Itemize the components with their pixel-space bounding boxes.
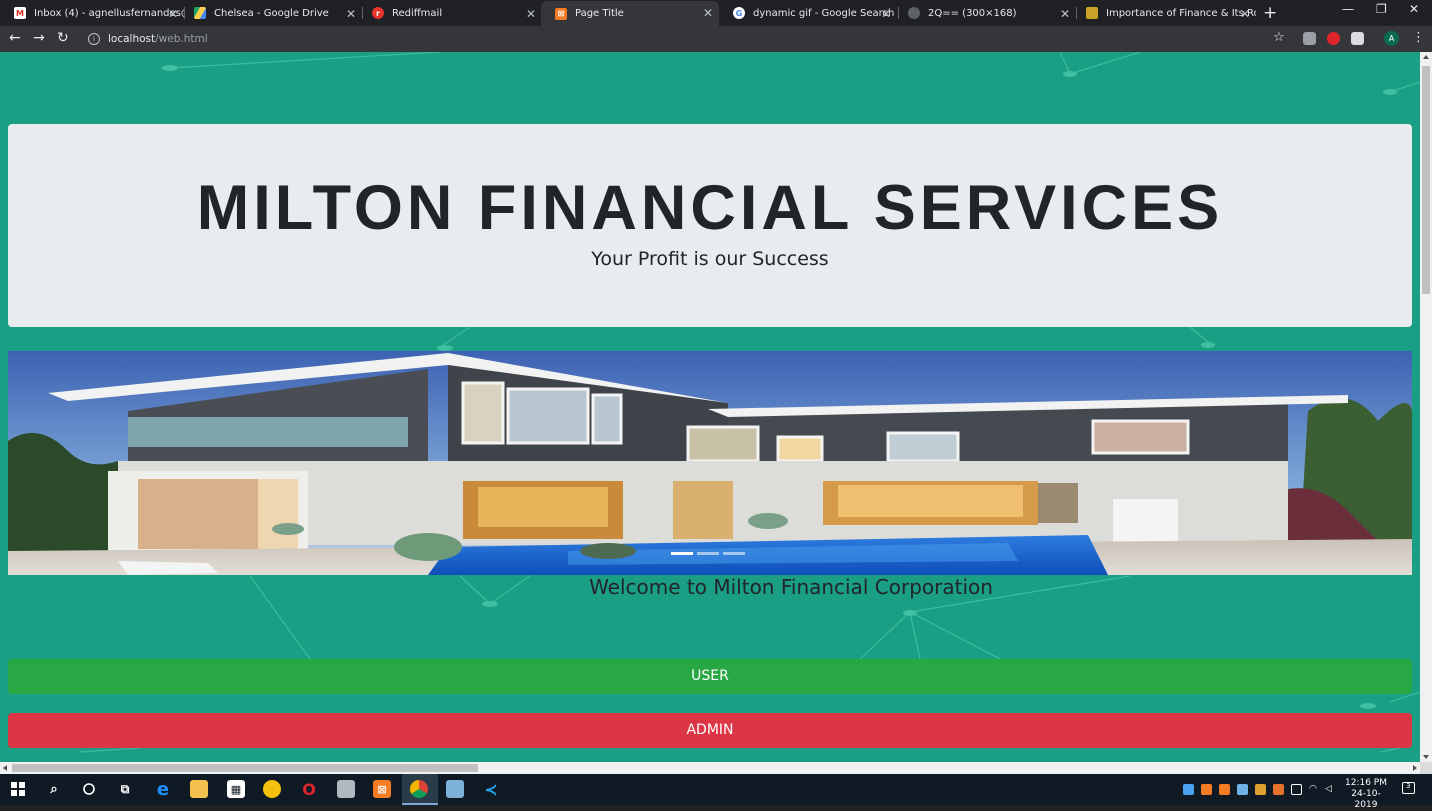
horizontal-scrollbar[interactable]: [0, 762, 1420, 774]
wifi-icon[interactable]: ◠: [1309, 784, 1320, 795]
tray-xampp-icon[interactable]: [1219, 784, 1230, 795]
cortana-icon[interactable]: [80, 780, 98, 798]
windows-taskbar: ⌕ ⧉ e ▦ O ⊠ ≺ ◠ ◁ 12:16 PM 24-10-2019 3: [0, 774, 1432, 810]
browser-toolbar: ← → ↻ i localhost/web.html ☆ A ⋮: [0, 26, 1432, 52]
close-window-button[interactable]: ✕: [1409, 2, 1419, 16]
reload-icon[interactable]: ↻: [57, 30, 69, 46]
close-icon[interactable]: ✕: [1060, 7, 1070, 21]
shield-extension-icon[interactable]: [1303, 32, 1316, 45]
vscode-icon[interactable]: ≺: [482, 780, 500, 799]
xampp-icon[interactable]: ⊠: [373, 780, 391, 798]
bookmark-star-icon[interactable]: ☆: [1273, 30, 1285, 45]
minimize-button[interactable]: —: [1342, 2, 1354, 16]
gmail-icon: M: [14, 7, 26, 19]
scroll-up-icon[interactable]: [1423, 55, 1429, 59]
tray-xampp-icon[interactable]: [1201, 784, 1212, 795]
puzzle-extension-icon[interactable]: [1351, 32, 1364, 45]
restore-button[interactable]: ❐: [1376, 2, 1387, 16]
opera-icon[interactable]: O: [300, 780, 318, 799]
red-extension-icon[interactable]: [1327, 32, 1340, 45]
info-icon[interactable]: i: [88, 33, 100, 45]
site-icon: [1086, 7, 1098, 19]
url-host: localhost: [108, 33, 156, 45]
windows-start-icon[interactable]: [9, 780, 27, 798]
close-icon[interactable]: ✕: [346, 7, 356, 21]
tab-google-drive[interactable]: Chelsea - Google Drive ✕: [180, 2, 362, 24]
xampp-icon: ⊠: [555, 7, 567, 20]
volume-icon[interactable]: ◁: [1325, 784, 1336, 795]
file-explorer-icon[interactable]: [190, 780, 208, 798]
notification-count: 3: [1406, 782, 1411, 790]
scrollbar-thumb[interactable]: [1422, 66, 1430, 294]
address-bar[interactable]: i localhost/web.html: [80, 28, 1294, 50]
tab-image[interactable]: 2Q== (300×168) ✕: [894, 2, 1076, 24]
tab-gmail[interactable]: M Inbox (4) - agnellusfernandes@g ✕: [0, 2, 184, 24]
clock-time: 12:16 PM: [1345, 778, 1387, 788]
tab-finance-article[interactable]: Importance of Finance & Its Role ✕: [1072, 2, 1256, 24]
tab-google-search[interactable]: G dynamic gif - Google Search ✕: [719, 2, 897, 24]
url-path: /web.html: [155, 33, 208, 45]
tab-label: 2Q== (300×168): [928, 7, 1017, 19]
notification-center-icon[interactable]: 3: [1402, 782, 1415, 794]
task-view-icon[interactable]: ⧉: [116, 780, 134, 798]
back-arrow-icon[interactable]: ←: [9, 30, 21, 46]
house-photo: [8, 351, 1412, 575]
tab-label: Rediffmail: [392, 7, 443, 19]
carousel-indicator[interactable]: [671, 552, 693, 555]
menu-kebab-icon[interactable]: ⋮: [1412, 30, 1425, 45]
tab-strip: M Inbox (4) - agnellusfernandes@g ✕ Chel…: [0, 0, 1432, 26]
site-title: MILTON FINANCIAL SERVICES: [196, 173, 1224, 243]
tab-label: Page Title: [575, 8, 624, 19]
user-button[interactable]: USER: [8, 659, 1412, 694]
clock-date: 24-10-2019: [1351, 789, 1381, 810]
welcome-heading: Welcome to Milton Financial Corporation: [0, 575, 1432, 599]
page-viewport: MILTON FINANCIAL SERVICES Your Profit is…: [0, 52, 1432, 774]
tray-app-icon[interactable]: [1273, 784, 1284, 795]
new-tab-button[interactable]: +: [1263, 3, 1277, 23]
globe-icon: [908, 7, 920, 19]
scroll-left-icon[interactable]: [3, 765, 7, 771]
close-icon[interactable]: ✕: [526, 7, 536, 21]
hero-carousel[interactable]: [8, 351, 1412, 575]
close-icon[interactable]: ✕: [168, 7, 178, 21]
forward-arrow-icon[interactable]: →: [33, 30, 45, 46]
tray-app-icon[interactable]: [1255, 784, 1266, 795]
chrome-canary-icon[interactable]: [263, 780, 281, 798]
close-icon[interactable]: ✕: [1240, 7, 1250, 21]
app-icon[interactable]: [446, 780, 464, 798]
admin-button[interactable]: ADMIN: [8, 713, 1412, 748]
tab-rediffmail[interactable]: r Rediffmail ✕: [358, 2, 542, 24]
tray-app-icon[interactable]: [1237, 784, 1248, 795]
close-icon[interactable]: ✕: [703, 6, 713, 20]
battery-icon[interactable]: [1291, 784, 1302, 795]
site-tagline: Your Profit is our Success: [591, 248, 829, 270]
scroll-down-icon[interactable]: [1423, 755, 1429, 759]
tab-page-title[interactable]: ⊠ Page Title ✕: [541, 1, 719, 26]
carousel-indicators: [671, 552, 745, 555]
tab-label: Inbox (4) - agnellusfernandes@g: [34, 7, 184, 19]
edge-browser-icon[interactable]: e: [154, 779, 172, 800]
scroll-right-icon[interactable]: [1413, 765, 1417, 771]
close-icon[interactable]: ✕: [881, 7, 891, 21]
search-icon[interactable]: ⌕: [45, 780, 63, 798]
tray-app-icon[interactable]: [1183, 784, 1194, 795]
chrome-icon[interactable]: [410, 780, 428, 798]
google-icon: G: [733, 7, 745, 19]
google-drive-icon: [194, 7, 206, 19]
welcome-text: Welcome to Milton Financial Corporation: [589, 575, 993, 599]
vertical-scrollbar[interactable]: [1420, 52, 1432, 762]
profile-avatar[interactable]: A: [1384, 31, 1399, 46]
store-icon[interactable]: ▦: [227, 780, 245, 798]
tab-label: Importance of Finance & Its Role: [1106, 7, 1256, 19]
rediffmail-icon: r: [372, 7, 384, 19]
tab-label: Chelsea - Google Drive: [214, 7, 329, 19]
scrollbar-corner: [1420, 762, 1432, 774]
header-jumbotron: MILTON FINANCIAL SERVICES Your Profit is…: [8, 124, 1412, 327]
taskbar-clock[interactable]: 12:16 PM 24-10-2019: [1340, 778, 1392, 811]
network-app-icon[interactable]: [337, 780, 355, 798]
carousel-indicator[interactable]: [723, 552, 745, 555]
tab-label: dynamic gif - Google Search: [753, 7, 895, 19]
carousel-indicator[interactable]: [697, 552, 719, 555]
scrollbar-thumb[interactable]: [12, 764, 478, 772]
